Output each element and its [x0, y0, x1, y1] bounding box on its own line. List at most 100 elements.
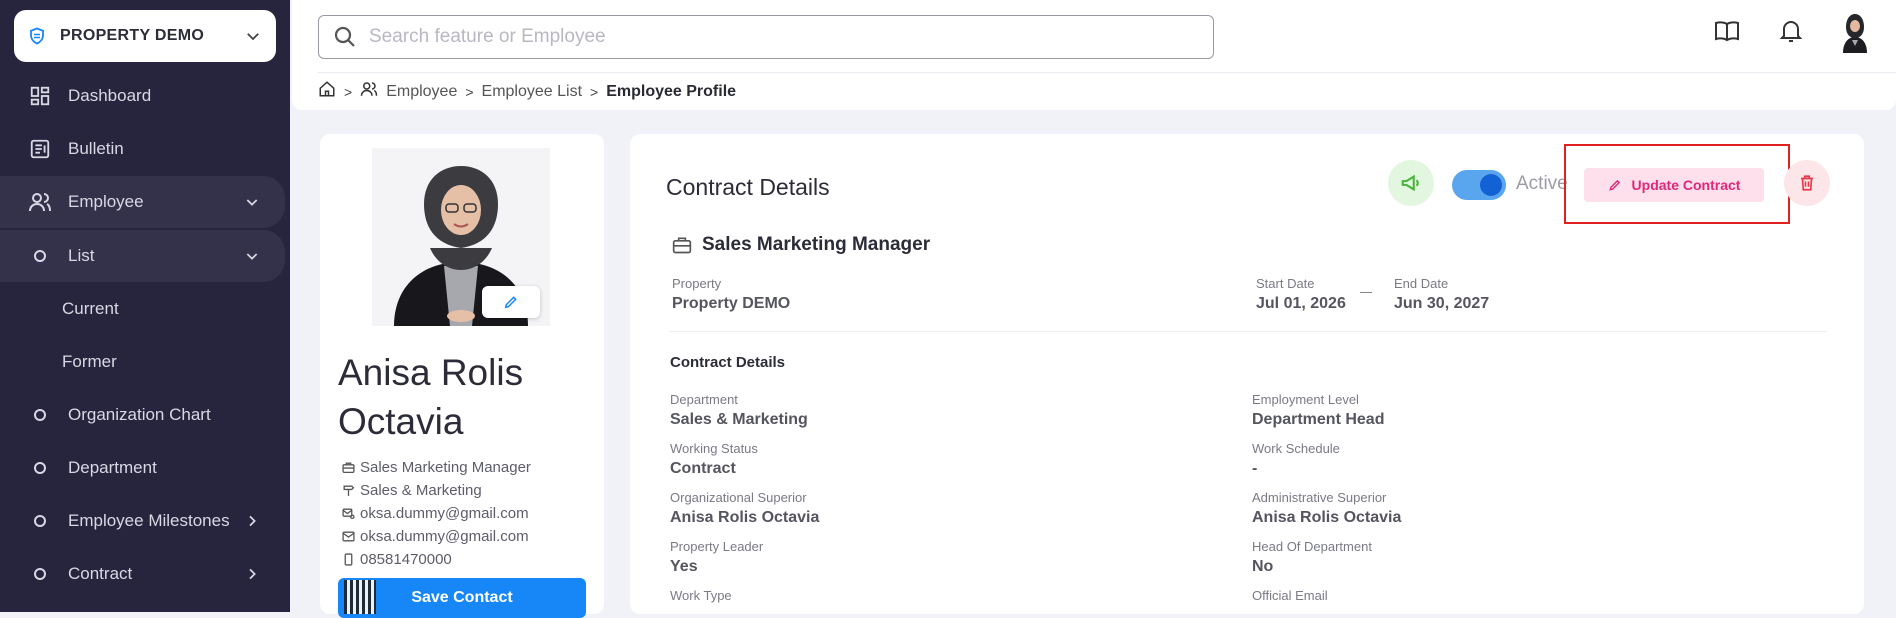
field-label: Administrative Superior [1252, 490, 1387, 505]
search-box[interactable] [318, 15, 1214, 59]
sidebar-item-department[interactable]: Department [0, 442, 285, 494]
field-label: Official Email [1252, 588, 1328, 603]
field-label: Property [672, 276, 722, 291]
breadcrumb: > Employee > Employee List > Employee Pr… [318, 80, 736, 103]
field-value: Property DEMO [672, 295, 791, 312]
detail-field: Administrative Superior Anisa Rolis Octa… [1252, 490, 1401, 527]
phone-icon [342, 553, 356, 566]
search-input[interactable] [367, 25, 1191, 49]
detail-field: Work Schedule - [1252, 441, 1340, 478]
active-status-label: Active [1516, 173, 1568, 194]
field-value: No [1252, 558, 1274, 575]
sidebar: PROPERTY DEMO Dashboard Bulletin Employe… [0, 0, 290, 612]
field-value: - [1252, 460, 1258, 477]
field-label: Work Schedule [1252, 441, 1340, 456]
section-title: Contract Details [670, 354, 786, 371]
section-divider [670, 331, 1826, 332]
megaphone-icon [1401, 174, 1419, 192]
end-date-field: End Date Jun 30, 2027 [1394, 276, 1489, 313]
start-date-field: Start Date Jul 01, 2026 [1256, 276, 1346, 313]
field-value: Department Head [1252, 411, 1385, 428]
field-value: Contract [670, 460, 736, 477]
home-icon[interactable] [318, 80, 336, 103]
active-toggle[interactable] [1452, 170, 1506, 200]
sidebar-item-current[interactable]: Current [0, 283, 285, 335]
search-icon [334, 26, 355, 47]
sidebar-item-list[interactable]: List [0, 230, 285, 282]
sidebar-item-contract[interactable]: Contract [0, 548, 285, 600]
chevron-down-icon [241, 245, 263, 267]
book-icon[interactable] [1710, 14, 1744, 48]
edit-photo-button[interactable] [482, 286, 540, 318]
breadcrumb-employee[interactable]: Employee [386, 83, 457, 101]
detail-field: Organizational Superior Anisa Rolis Octa… [670, 490, 819, 527]
job-title-row: Sales Marketing Manager [672, 234, 930, 256]
breadcrumb-current: Employee Profile [606, 82, 737, 100]
sidebar-item-label: Former [62, 352, 117, 371]
sidebar-item-employee[interactable]: Employee [0, 176, 285, 228]
sidebar-item-label: Dashboard [68, 86, 152, 105]
chevron-down-icon [241, 191, 263, 213]
field-value: Jun 30, 2027 [1394, 295, 1490, 312]
date-range-dash [1360, 292, 1372, 293]
circle-icon [34, 462, 46, 474]
pencil-icon [504, 296, 517, 309]
sidebar-item-former[interactable]: Former [0, 336, 285, 388]
profile-email-official[interactable]: oksa.dummy@gmail.com [360, 505, 529, 522]
sidebar-item-label: Contract [68, 564, 133, 583]
sidebar-item-bulletin[interactable]: Bulletin [0, 123, 285, 175]
delete-button[interactable] [1784, 160, 1830, 206]
breadcrumb-separator-icon: > [344, 83, 353, 100]
sidebar-item-label: Department [68, 458, 157, 477]
chevron-right-icon [241, 510, 263, 532]
contract-title: Contract Details [666, 174, 830, 200]
chevron-right-icon [241, 563, 263, 585]
detail-field: Employment Level Department Head [1252, 392, 1384, 429]
sidebar-item-label: Employee [68, 192, 144, 211]
detail-field: Working Status Contract [670, 441, 758, 478]
sidebar-item-label: Current [62, 299, 119, 318]
shield-icon [30, 27, 44, 45]
sidebar-item-employee-milestones[interactable]: Employee Milestones [0, 495, 285, 547]
avatar[interactable] [1838, 14, 1872, 53]
profile-department: Sales & Marketing [360, 482, 482, 499]
field-label: End Date [1394, 276, 1449, 291]
trash-icon [1801, 175, 1813, 191]
announce-button[interactable] [1388, 160, 1434, 206]
mail-icon [342, 530, 356, 543]
sidebar-item-dashboard[interactable]: Dashboard [0, 70, 285, 122]
property-field: Property Property DEMO [672, 276, 790, 313]
property-switcher[interactable]: PROPERTY DEMO [14, 10, 276, 62]
breadcrumb-separator-icon: > [590, 83, 599, 100]
field-label: Employment Level [1252, 392, 1359, 407]
job-title: Sales Marketing Manager [702, 234, 931, 255]
sidebar-item-organization-chart[interactable]: Organization Chart [0, 389, 285, 441]
mail-gear-icon [342, 507, 356, 520]
header-divider [318, 72, 1896, 73]
field-value: Sales & Marketing [670, 411, 808, 428]
circle-icon [34, 409, 46, 421]
field-label: Property Leader [670, 539, 764, 554]
sign-icon [342, 484, 356, 497]
breadcrumb-separator-icon: > [465, 83, 474, 100]
field-value: Anisa Rolis Octavia [670, 509, 820, 526]
breadcrumb-employee-list[interactable]: Employee List [482, 83, 583, 101]
users-icon [28, 190, 52, 214]
qr-code-icon [344, 580, 376, 614]
chevron-down-icon [247, 33, 259, 41]
profile-phone[interactable]: 08581470000 [360, 551, 452, 568]
bell-icon[interactable] [1774, 14, 1808, 48]
circle-icon [34, 250, 46, 262]
users-icon [360, 80, 378, 103]
detail-field: Work Type [670, 588, 732, 607]
field-value: Yes [670, 558, 698, 575]
field-label: Work Type [670, 588, 732, 603]
detail-field: Property Leader Yes [670, 539, 763, 576]
bulletin-icon [28, 137, 52, 161]
employee-name: Anisa Rolis Octavia [338, 352, 524, 442]
property-name: PROPERTY DEMO [60, 27, 205, 44]
circle-icon [34, 515, 46, 527]
profile-email-personal[interactable]: oksa.dummy@gmail.com [360, 528, 529, 545]
sidebar-item-label: Employee Milestones [68, 511, 230, 530]
detail-field: Head Of Department No [1252, 539, 1372, 576]
